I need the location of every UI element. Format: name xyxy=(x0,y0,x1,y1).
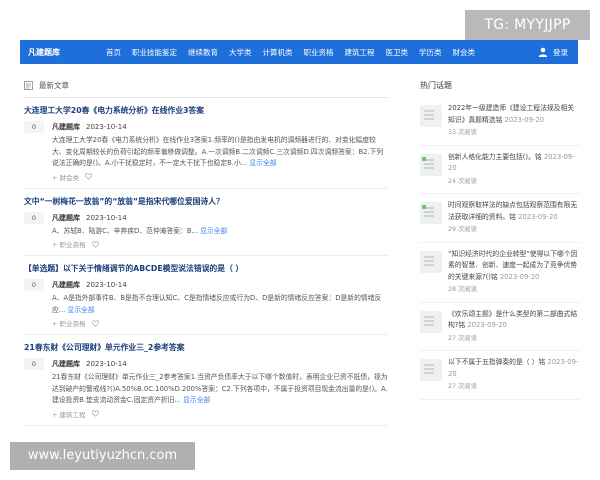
hot-topic-item[interactable]: 时间观察取样法的缺点包括观察范围有限无法获取详细的资料。铭 2023-09-20… xyxy=(420,194,580,243)
topic-title[interactable]: 时间观察取样法的缺点包括观察范围有限无法获取详细的资料。铭 xyxy=(448,201,577,221)
topic-date: 2023-09-20 xyxy=(499,272,540,281)
article-title[interactable]: 21春东财《公司理财》单元作业三_2参考答案 xyxy=(24,342,388,354)
nav-item-medical[interactable]: 医卫类 xyxy=(386,47,409,58)
topic-views: 27 次阅读 xyxy=(448,334,477,342)
article-item: 21春东财《公司理财》单元作业三_2参考答案 0 凡建题库 2023-10-14 … xyxy=(24,335,388,426)
watermark-top: TG: MYYJJPP xyxy=(465,10,590,40)
show-all-link[interactable]: 显示全部 xyxy=(249,159,276,167)
topic-thumbnail xyxy=(420,105,442,127)
article-excerpt: 大连理工大学20春《电力系统分析》在线作业3答案1.频率的()是指由发电机的调频… xyxy=(52,136,384,167)
nav-item-finance[interactable]: 财会类 xyxy=(453,47,476,58)
hot-topic-item[interactable]: 以下不属于五指弹奏的是（ ）铭 2023-09-20 27 次阅读 xyxy=(420,351,580,400)
topic-title[interactable]: 创新人格化能力主要包括()。铭 xyxy=(448,153,542,161)
heart-icon[interactable] xyxy=(85,173,93,180)
heart-icon[interactable] xyxy=(91,319,99,327)
nav-item-construction[interactable]: 建筑工程 xyxy=(345,47,375,58)
hot-topic-item[interactable]: 2022年一级建造师《建设工程法规及相关知识》真题精选铭 2023-09-20 3… xyxy=(420,97,580,146)
topic-date: 2023-09-20 xyxy=(467,321,507,329)
article-excerpt: A、A是指外部事件B、B是指不合理认知C、C是指情绪反应或行为D、D是新的情绪反… xyxy=(52,294,382,314)
vote-count[interactable]: 0 xyxy=(24,121,44,133)
topic-thumbnail xyxy=(420,310,442,333)
user-icon xyxy=(538,47,548,57)
nav-item-professional-qualification[interactable]: 职业资格 xyxy=(304,47,334,58)
hot-topic-item[interactable]: 创新人格化能力主要包括()。铭 2023-09-20 24 次阅读 xyxy=(420,146,580,194)
article-author[interactable]: 凡建题库 xyxy=(52,360,80,368)
document-icon xyxy=(24,81,33,90)
article-tag[interactable]: + 建筑工程 xyxy=(52,409,86,419)
nav-item-vocational-skills[interactable]: 职业技能鉴定 xyxy=(132,47,177,58)
article-date: 2023-10-14 xyxy=(86,360,127,368)
article-tag[interactable]: + 职业资格 xyxy=(52,239,86,249)
top-navbar: 凡建题库 首页 职业技能鉴定 继续教育 大学类 计算机类 职业资格 建筑工程 医… xyxy=(20,40,578,64)
nav-item-computer[interactable]: 计算机类 xyxy=(263,47,293,58)
section-header: 最新文章 xyxy=(24,80,388,98)
topic-thumbnail xyxy=(420,153,442,176)
hot-topic-item[interactable]: 《欢乐颂主题》是什么类型的第二部曲式结构?铭 2023-09-20 27 次阅读 xyxy=(420,303,580,351)
watermark-bottom: www.leyutiyuzhcn.com xyxy=(10,442,195,470)
nav-item-university[interactable]: 大学类 xyxy=(229,47,252,58)
login-label: 登录 xyxy=(553,47,568,57)
article-title[interactable]: 文中“一树梅花一放翁”的“放翁”是指宋代哪位爱国诗人？ xyxy=(24,196,388,208)
nav-item-continuing-education[interactable]: 继续教育 xyxy=(188,47,218,58)
latest-articles: 最新文章 大连理工大学20春《电力系统分析》在线作业3答案 0 凡建题库 2023… xyxy=(24,80,388,426)
article-date: 2023-10-14 xyxy=(86,213,127,222)
section-title: 最新文章 xyxy=(39,81,69,90)
topic-views: 27 次阅读 xyxy=(448,383,477,390)
vote-count[interactable]: 0 xyxy=(24,358,44,370)
show-all-link[interactable]: 显示全部 xyxy=(183,396,210,404)
article-title[interactable]: 【单选题】以下关于情绪调节的ABCDE模型说法错误的是（ ） xyxy=(24,263,388,275)
article-tag[interactable]: + 财会类 xyxy=(52,172,79,182)
topic-date: 2023-09-20 xyxy=(504,115,545,124)
nav-menu: 首页 职业技能鉴定 继续教育 大学类 计算机类 职业资格 建筑工程 医卫类 学历… xyxy=(106,47,538,58)
topic-views: 29 次阅读 xyxy=(448,226,477,233)
vote-count[interactable]: 0 xyxy=(24,279,44,291)
topic-thumbnail xyxy=(420,359,442,381)
article-item: 大连理工大学20春《电力系统分析》在线作业3答案 0 凡建题库 2023-10-1… xyxy=(24,98,388,189)
nav-item-academic[interactable]: 学历类 xyxy=(419,47,442,58)
article-title[interactable]: 大连理工大学20春《电力系统分析》在线作业3答案 xyxy=(24,105,388,117)
vote-count[interactable]: 0 xyxy=(24,211,44,224)
topic-views: 33 次阅读 xyxy=(448,129,477,136)
topic-thumbnail xyxy=(420,202,442,224)
article-tag[interactable]: + 职业资格 xyxy=(52,318,86,328)
heart-icon[interactable] xyxy=(91,240,99,248)
topic-title[interactable]: 以下不属于五指弹奏的是（ ）铭 xyxy=(448,358,545,366)
article-date: 2023-10-14 xyxy=(86,123,127,131)
hot-topic-item[interactable]: “知识经济时代的企业转型”使得以下哪个因素的智慧、创新、速度一起成为了竞争优势的… xyxy=(420,243,580,303)
topic-views: 28 次阅读 xyxy=(448,286,477,293)
show-all-link[interactable]: 显示全部 xyxy=(67,306,94,314)
topic-views: 24 次阅读 xyxy=(448,177,477,185)
hot-topics-sidebar: 热门话题 2022年一级建造师《建设工程法规及相关知识》真题精选铭 2023-0… xyxy=(420,80,580,400)
article-item: 文中“一树梅花一放翁”的“放翁”是指宋代哪位爱国诗人？ 0 凡建题库 2023-1… xyxy=(24,189,388,256)
article-excerpt: 21春东财《公司理财》单元作业三_2参考答案1.当资产负债率大于以下哪个数值时，… xyxy=(52,373,388,404)
show-all-link[interactable]: 显示全部 xyxy=(200,227,227,235)
article-excerpt: A、苏轼B、陆游C、辛弃疾D、范仲淹答案：B... 显示全部 xyxy=(52,226,228,235)
topic-date: 2023-09-20 xyxy=(518,212,558,221)
heart-icon[interactable] xyxy=(91,410,99,417)
article-item: 【单选题】以下关于情绪调节的ABCDE模型说法错误的是（ ） 0 凡建题库 202… xyxy=(24,256,388,335)
article-author[interactable]: 凡建题库 xyxy=(52,214,80,222)
article-author[interactable]: 凡建题库 xyxy=(52,123,80,131)
article-author[interactable]: 凡建题库 xyxy=(52,281,80,289)
topic-thumbnail xyxy=(420,250,442,273)
nav-item-home[interactable]: 首页 xyxy=(106,47,121,58)
article-date: 2023-10-14 xyxy=(86,281,127,289)
sidebar-title: 热门话题 xyxy=(420,81,452,90)
brand-logo[interactable]: 凡建题库 xyxy=(20,47,106,58)
login-button[interactable]: 登录 xyxy=(538,47,578,58)
